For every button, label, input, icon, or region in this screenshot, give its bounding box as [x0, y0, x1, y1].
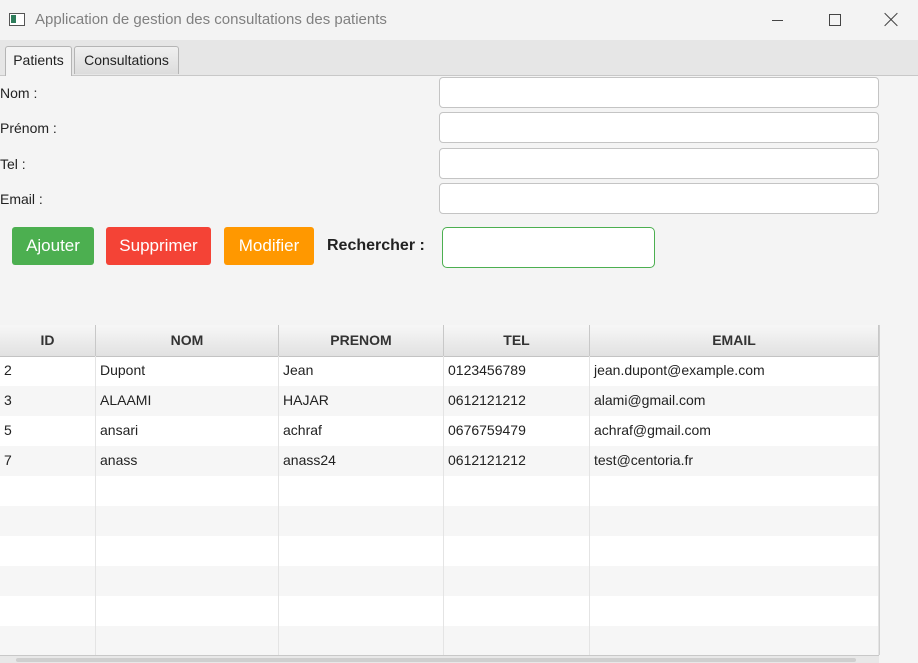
cell-nom: ALAAMI	[96, 386, 279, 416]
empty-table-row	[0, 476, 879, 506]
cell-id: 2	[0, 356, 96, 386]
tab-patients[interactable]: Patients	[5, 46, 72, 76]
cell-nom	[96, 626, 279, 656]
cell-prenom	[279, 566, 444, 596]
cell-prenom	[279, 476, 444, 506]
empty-table-row	[0, 596, 879, 626]
empty-table-row	[0, 536, 879, 566]
window-title: Application de gestion des consultations…	[35, 11, 387, 28]
cell-tel	[444, 536, 590, 566]
cell-nom: anass	[96, 446, 279, 476]
cell-id: 7	[0, 446, 96, 476]
cell-prenom: Jean	[279, 356, 444, 386]
tel-label: Tel :	[0, 156, 26, 172]
rechercher-label: Rechercher :	[327, 237, 425, 254]
cell-prenom: anass24	[279, 446, 444, 476]
cell-email	[590, 626, 879, 656]
cell-email: achraf@gmail.com	[590, 416, 879, 446]
cell-email	[590, 566, 879, 596]
cell-email	[590, 506, 879, 536]
cell-email	[590, 536, 879, 566]
supprimer-button[interactable]: Supprimer	[106, 227, 211, 265]
cell-id	[0, 626, 96, 656]
email-label: Email :	[0, 191, 43, 207]
cell-nom	[96, 476, 279, 506]
cell-prenom: HAJAR	[279, 386, 444, 416]
cell-tel	[444, 566, 590, 596]
cell-tel	[444, 506, 590, 536]
empty-table-row	[0, 626, 879, 656]
table-row[interactable]: 3 ALAAMI HAJAR 0612121212 alami@gmail.com	[0, 386, 879, 416]
tel-input[interactable]	[439, 148, 879, 179]
table-row[interactable]: 7 anass anass24 0612121212 test@centoria.fr	[0, 446, 879, 476]
cell-email: test@centoria.fr	[590, 446, 879, 476]
cell-tel: 0676759479	[444, 416, 590, 446]
empty-table-row	[0, 506, 879, 536]
title-bar: Application de gestion des consultations…	[0, 0, 918, 41]
search-input[interactable]	[442, 227, 655, 268]
cell-prenom: achraf	[279, 416, 444, 446]
close-button[interactable]	[864, 0, 918, 40]
empty-table-row	[0, 566, 879, 596]
nom-label: Nom :	[0, 85, 38, 101]
patients-table: ID NOM PRENOM TEL EMAIL 2 Dupont Jean 012345678…	[0, 325, 880, 656]
cell-prenom	[279, 506, 444, 536]
close-icon	[884, 13, 898, 27]
cell-email	[590, 596, 879, 626]
prenom-label: Prénom :	[0, 120, 57, 136]
cell-email: alami@gmail.com	[590, 386, 879, 416]
minimize-button[interactable]	[748, 0, 806, 40]
cell-id: 5	[0, 416, 96, 446]
minimize-icon	[771, 19, 783, 21]
maximize-icon	[829, 14, 841, 26]
cell-prenom	[279, 626, 444, 656]
cell-nom: Dupont	[96, 356, 279, 386]
tab-bar: Patients Consultations	[0, 40, 918, 76]
cell-tel	[444, 626, 590, 656]
cell-tel: 0612121212	[444, 446, 590, 476]
column-header-tel[interactable]: TEL	[444, 325, 590, 356]
table-row[interactable]: 2 Dupont Jean 0123456789 jean.dupont@example…	[0, 356, 879, 386]
ajouter-button[interactable]: Ajouter	[12, 227, 94, 265]
cell-nom	[96, 566, 279, 596]
cell-email: jean.dupont@example.com	[590, 356, 879, 386]
cell-nom	[96, 536, 279, 566]
prenom-input[interactable]	[439, 112, 879, 143]
cell-nom: ansari	[96, 416, 279, 446]
cell-tel: 0612121212	[444, 386, 590, 416]
tab-consultations[interactable]: Consultations	[74, 46, 179, 74]
column-header-prenom[interactable]: PRENOM	[279, 325, 444, 356]
scrollbar-thumb[interactable]	[16, 658, 856, 662]
cell-id	[0, 476, 96, 506]
cell-id	[0, 596, 96, 626]
table-row[interactable]: 5 ansari achraf 0676759479 achraf@gmail.com	[0, 416, 879, 446]
cell-id	[0, 536, 96, 566]
cell-id: 3	[0, 386, 96, 416]
maximize-button[interactable]	[806, 0, 864, 40]
column-header-email[interactable]: EMAIL	[590, 325, 879, 356]
cell-nom	[96, 506, 279, 536]
column-header-nom[interactable]: NOM	[96, 325, 279, 356]
modifier-button[interactable]: Modifier	[224, 227, 314, 265]
app-window-icon	[9, 13, 25, 26]
cell-prenom	[279, 596, 444, 626]
cell-id	[0, 506, 96, 536]
cell-tel	[444, 596, 590, 626]
cell-tel: 0123456789	[444, 356, 590, 386]
email-input[interactable]	[439, 183, 879, 214]
table-header: ID NOM PRENOM TEL EMAIL	[0, 325, 879, 357]
cell-prenom	[279, 536, 444, 566]
cell-nom	[96, 596, 279, 626]
cell-tel	[444, 476, 590, 506]
cell-email	[590, 476, 879, 506]
nom-input[interactable]	[439, 77, 879, 108]
cell-id	[0, 566, 96, 596]
column-header-id[interactable]: ID	[0, 325, 96, 356]
